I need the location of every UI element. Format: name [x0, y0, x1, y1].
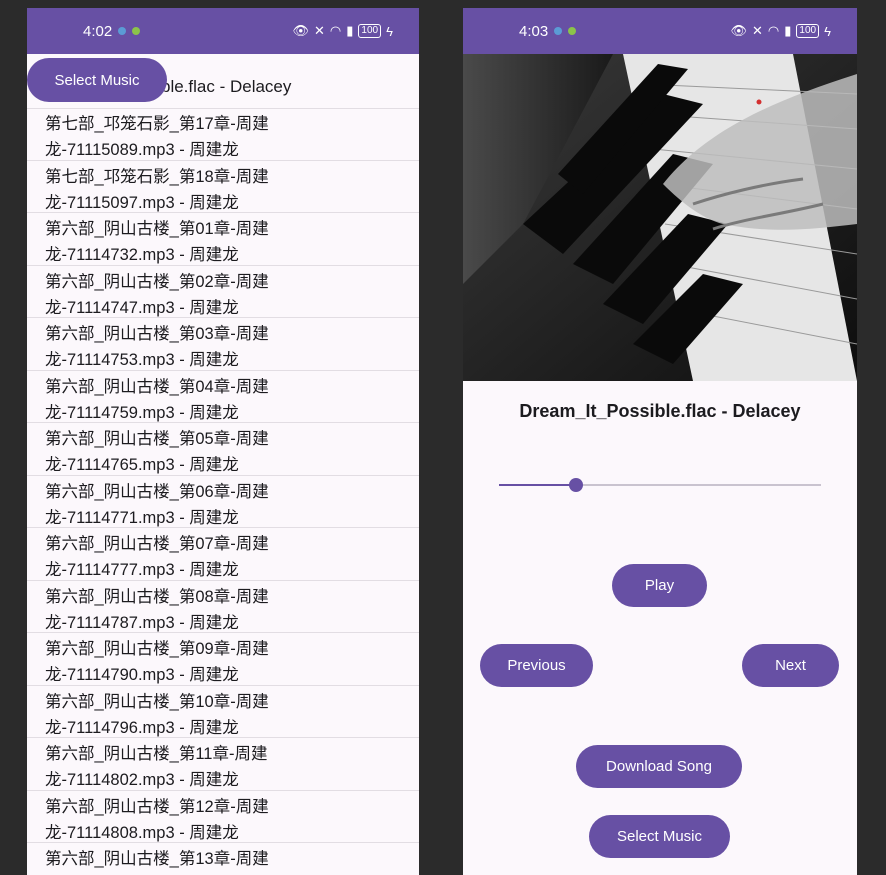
song-file-line: 龙-71114753.mp3 - 周建龙 — [45, 351, 239, 369]
battery-icon: 100 — [796, 24, 820, 38]
song-file-line: 龙-71114796.mp3 - 周建龙 — [45, 718, 239, 737]
song-file-line: 龙-71115089.mp3 - 周建龙 — [45, 141, 239, 159]
eye-icon: 👁 — [292, 23, 310, 38]
song-file-line: 龙-71114787.mp3 - 周建龙 — [45, 613, 239, 632]
song-list-item[interactable]: 第六部_阴山古楼_第09章-周建 龙-71114790.mp3 - 周建龙 — [27, 633, 419, 686]
song-list-item[interactable]: 第七部_邛笼石影_第17章-周建 龙-71115089.mp3 - 周建龙 — [27, 108, 419, 161]
select-music-button[interactable]: Select Music — [589, 815, 730, 858]
mute-icon: ✕ — [752, 23, 763, 38]
song-file-line: 龙-71114747.mp3 - 周建龙 — [45, 298, 239, 317]
song-name-line: 第六部_阴山古楼_第10章-周建 — [45, 692, 269, 711]
sim-icon: ▮ — [346, 23, 354, 38]
song-list-item[interactable]: 第七部_邛笼石影_第18章-周建 龙-71115097.mp3 - 周建龙 — [27, 161, 419, 213]
song-name-line: 第六部_阴山古楼_第12章-周建 — [45, 797, 269, 816]
playback-seek-slider[interactable] — [499, 478, 821, 492]
song-name-line: 第六部_阴山古楼_第06章-周建 — [45, 482, 269, 501]
song-file-line: 龙-71115097.mp3 - 周建龙 — [45, 193, 239, 212]
seek-thumb[interactable] — [569, 478, 584, 492]
song-name-line: 第六部_阴山古楼_第09章-周建 — [45, 640, 269, 658]
album-art-piano-image — [463, 54, 857, 381]
status-bar: 4:02 👁 ✕ ◠ ▮ 100 ϟ — [27, 8, 419, 54]
player-screen: 4:03 👁 ✕ ◠ ▮ 100 ϟ Dream_It_Possible.fla… — [463, 8, 857, 875]
now-playing-title: ble.flac - Delacey — [161, 77, 292, 96]
download-song-button[interactable]: Download Song — [576, 745, 742, 788]
app-notification-icon — [568, 27, 577, 35]
song-list-item[interactable]: 第六部_阴山古楼_第02章-周建 龙-71114747.mp3 - 周建龙 — [27, 266, 419, 318]
song-name-line: 第六部_阴山古楼_第02章-周建 — [45, 272, 269, 291]
song-name-line: 第六部_阴山古楼_第03章-周建 — [45, 325, 269, 343]
notification-icon — [118, 27, 127, 35]
song-name-line: 第六部_阴山古楼_第08章-周建 — [45, 587, 269, 606]
wifi-icon: ◠ — [329, 23, 342, 38]
song-name-line: 第七部_邛笼石影_第17章-周建 — [45, 115, 269, 133]
song-list: 第七部_邛笼石影_第17章-周建 龙-71115089.mp3 - 周建龙 第七部_… — [27, 108, 419, 875]
song-file-line: 龙-71114802.mp3 - 周建龙 — [45, 771, 239, 789]
play-button[interactable]: Play — [612, 564, 707, 607]
song-file-line: 龙-71114771.mp3 - 周建龙 — [45, 508, 239, 527]
song-name-line: 第六部_阴山古楼_第01章-周建 — [45, 220, 269, 238]
song-list-screen: 4:02 👁 ✕ ◠ ▮ 100 ϟ ble.flac - Delacey Se… — [27, 8, 419, 875]
song-file-line: 龙-71114790.mp3 - 周建龙 — [45, 666, 239, 684]
status-bar: 4:03 👁 ✕ ◠ ▮ 100 ϟ — [463, 8, 857, 54]
charging-icon: ϟ — [386, 23, 393, 39]
song-name-line: 第六部_阴山古楼_第05章-周建 — [45, 430, 269, 448]
status-time: 4:02 — [83, 22, 113, 40]
song-list-item[interactable]: 第六部_阴山古楼_第04章-周建 龙-71114759.mp3 - 周建龙 — [27, 371, 419, 423]
song-list-item[interactable]: 第六部_阴山古楼_第07章-周建 龙-71114777.mp3 - 周建龙 — [27, 528, 419, 581]
song-name-line: 第六部_阴山古楼_第13章-周建 — [45, 850, 269, 868]
song-list-item[interactable]: 第六部_阴山古楼_第10章-周建 龙-71114796.mp3 - 周建龙 — [27, 686, 419, 738]
song-list-item[interactable]: 第六部_阴山古楼_第05章-周建 龙-71114765.mp3 - 周建龙 — [27, 423, 419, 476]
song-file-line: 龙-71114732.mp3 - 周建龙 — [45, 246, 239, 264]
status-time: 4:03 — [519, 22, 549, 40]
song-list-item[interactable]: 第六部_阴山古楼_第11章-周建 龙-71114802.mp3 - 周建龙 — [27, 738, 419, 791]
song-file-line: 龙-71114777.mp3 - 周建龙 — [45, 561, 239, 579]
next-button[interactable]: Next — [742, 644, 839, 687]
song-list-item[interactable]: 第六部_阴山古楼_第12章-周建 龙-71114808.mp3 - 周建龙 — [27, 791, 419, 843]
song-list-item[interactable]: 第六部_阴山古楼_第03章-周建 龙-71114753.mp3 - 周建龙 — [27, 318, 419, 371]
notification-icon — [554, 27, 563, 35]
sim-icon: ▮ — [784, 23, 792, 38]
song-list-item[interactable]: 第六部_阴山古楼_第06章-周建 龙-71114771.mp3 - 周建龙 — [27, 476, 419, 528]
song-list-item[interactable]: 第六部_阴山古楼_第13章-周建 — [27, 843, 419, 875]
wifi-icon: ◠ — [767, 23, 780, 38]
song-file-line: 龙-71114808.mp3 - 周建龙 — [45, 823, 239, 842]
previous-button[interactable]: Previous — [480, 644, 593, 687]
song-name-line: 第七部_邛笼石影_第18章-周建 — [45, 167, 269, 186]
song-list-item[interactable]: 第六部_阴山古楼_第08章-周建 龙-71114787.mp3 - 周建龙 — [27, 581, 419, 633]
app-notification-icon — [132, 27, 141, 35]
seek-progress — [499, 484, 577, 486]
song-name-line: 第六部_阴山古楼_第11章-周建 — [45, 745, 268, 763]
charging-icon: ϟ — [824, 23, 831, 39]
song-name-line: 第六部_阴山古楼_第04章-周建 — [45, 377, 269, 396]
eye-icon: 👁 — [730, 23, 748, 38]
battery-icon: 100 — [358, 24, 382, 38]
mute-icon: ✕ — [314, 23, 325, 38]
song-title: Dream_It_Possible.flac - Delacey — [519, 401, 801, 421]
song-file-line: 龙-71114765.mp3 - 周建龙 — [45, 456, 239, 474]
song-list-item[interactable]: 第六部_阴山古楼_第01章-周建 龙-71114732.mp3 - 周建龙 — [27, 213, 419, 266]
song-file-line: 龙-71114759.mp3 - 周建龙 — [45, 403, 239, 422]
song-name-line: 第六部_阴山古楼_第07章-周建 — [45, 535, 269, 553]
select-music-button[interactable]: Select Music — [27, 58, 167, 102]
